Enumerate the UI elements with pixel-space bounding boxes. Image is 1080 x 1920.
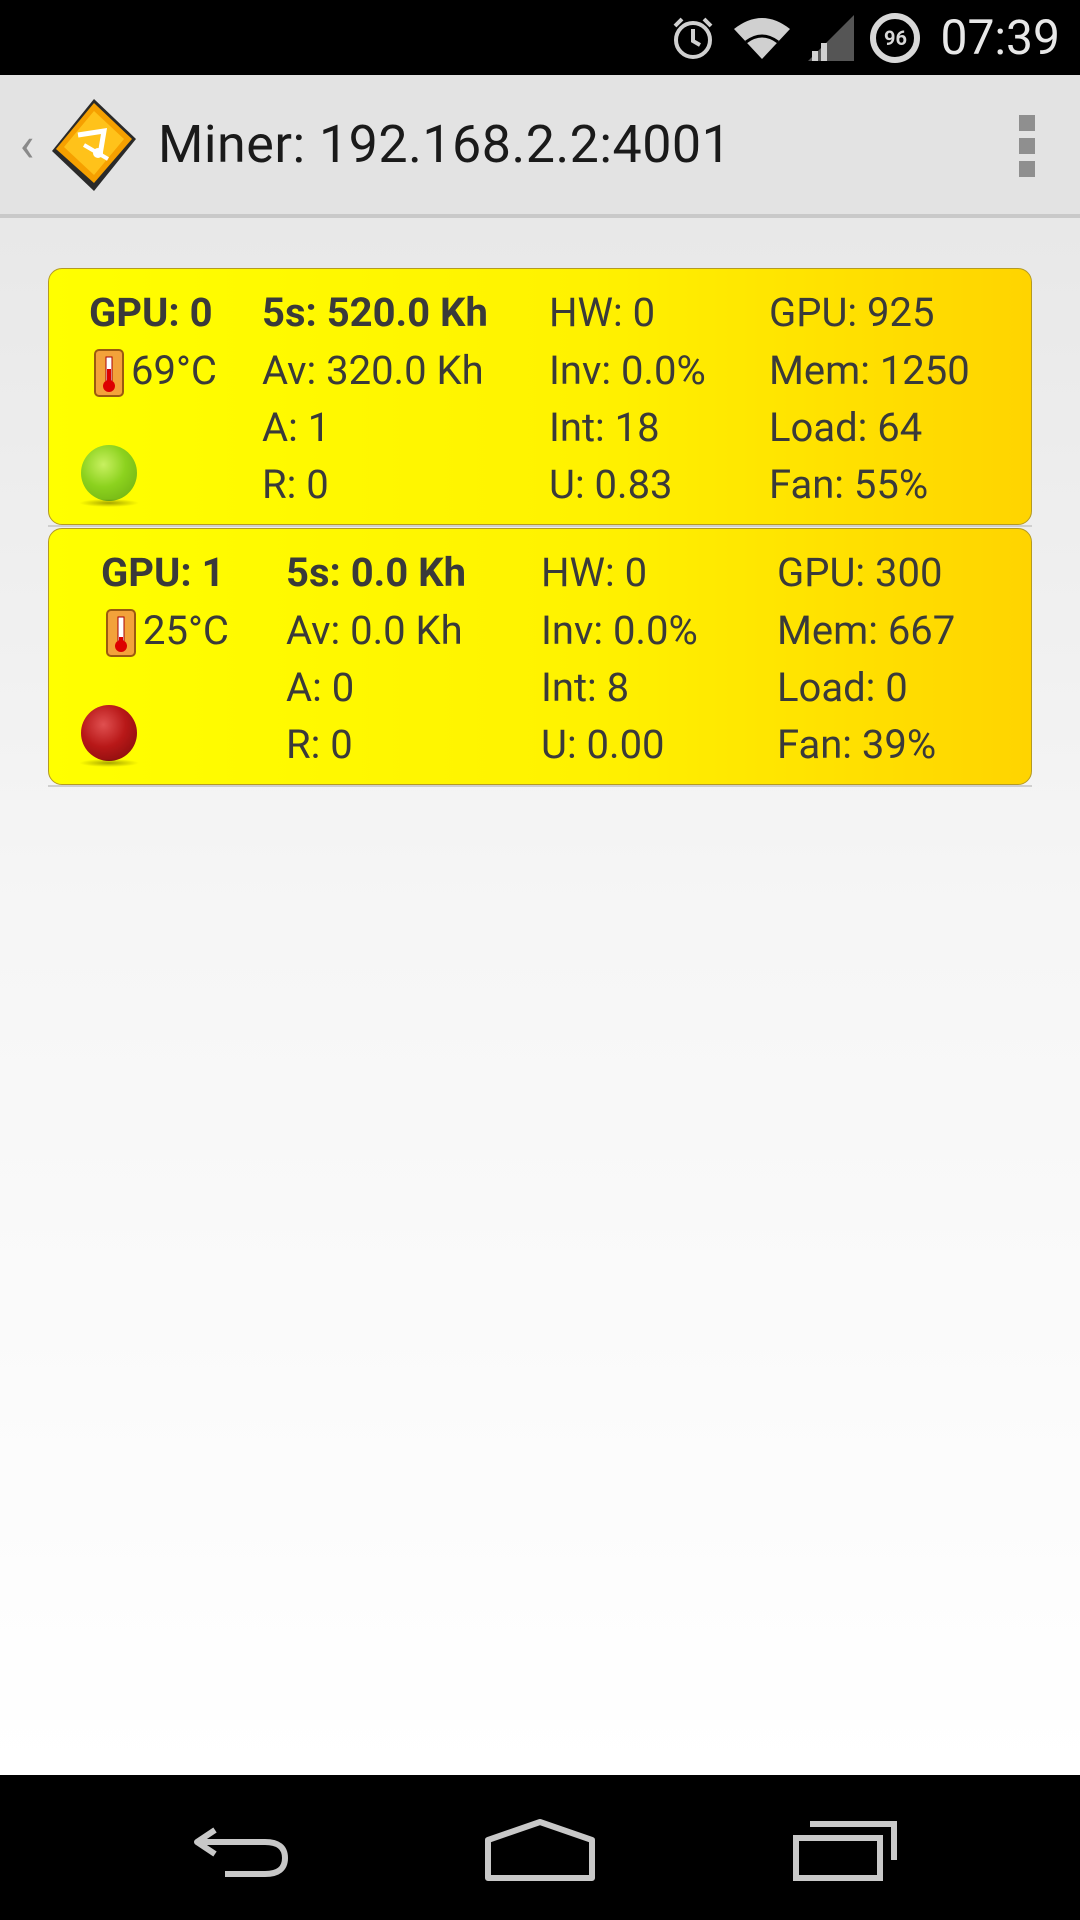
gpu-temperature: 69°C [131, 347, 217, 394]
intensity: Int: 8 [541, 664, 630, 711]
gpu-clock: GPU: 300 [777, 549, 943, 596]
hw-errors: HW: 0 [549, 289, 656, 336]
rate-5s: 5s: 0.0 Kh [286, 549, 466, 596]
signal-icon [806, 13, 856, 63]
status-ok-icon [81, 445, 137, 501]
recent-apps-icon[interactable] [775, 1805, 915, 1895]
rejected-shares: R: 0 [262, 461, 329, 508]
rate-5s: 5s: 520.0 Kh [262, 289, 488, 336]
battery-icon: 96 [870, 12, 921, 63]
fan-speed: Fan: 55% [769, 461, 929, 508]
gpu-card-0[interactable]: GPU: 0 69°C 5s: 520.0 Kh Av: 320.0 Kh A:… [48, 268, 1032, 525]
app-logo-icon[interactable] [48, 95, 140, 195]
gpu-temperature: 25°C [143, 607, 229, 654]
status-bar: 96 07:39 [0, 0, 1080, 75]
hw-errors: HW: 0 [541, 549, 648, 596]
gpu-load: Load: 0 [777, 664, 908, 711]
home-icon[interactable] [470, 1805, 610, 1895]
clock: 07:39 [940, 9, 1060, 66]
fan-speed: Fan: 39% [777, 721, 937, 768]
gpu-list: GPU: 0 69°C 5s: 520.0 Kh Av: 320.0 Kh A:… [0, 218, 1080, 1775]
card-divider [48, 785, 1032, 787]
battery-level: 96 [883, 25, 907, 50]
card-divider [48, 525, 1032, 527]
rate-average: Av: 320.0 Kh [262, 347, 484, 394]
rate-average: Av: 0.0 Kh [286, 607, 463, 654]
status-dot-shadow [79, 759, 139, 767]
gpu-name: GPU: 1 [101, 549, 225, 596]
intensity: Int: 18 [549, 404, 660, 451]
status-dot-shadow [79, 499, 139, 507]
mem-clock: Mem: 667 [777, 607, 956, 654]
action-bar: ‹ Miner: 192.168.2.2:4001 [0, 75, 1080, 218]
back-caret-icon[interactable]: ‹ [8, 116, 46, 173]
thermometer-icon [106, 609, 136, 657]
wifi-icon [732, 13, 792, 63]
utility: U: 0.00 [541, 721, 665, 768]
invalid-percent: Inv: 0.0% [541, 607, 698, 654]
gpu-load: Load: 64 [769, 404, 923, 451]
status-error-icon [81, 705, 137, 761]
page-title: Miner: 192.168.2.2:4001 [158, 114, 732, 175]
mem-clock: Mem: 1250 [769, 347, 970, 394]
gpu-card-1[interactable]: GPU: 1 25°C 5s: 0.0 Kh Av: 0.0 Kh A: 0 R… [48, 528, 1032, 785]
invalid-percent: Inv: 0.0% [549, 347, 706, 394]
back-icon[interactable] [170, 1805, 310, 1895]
rejected-shares: R: 0 [286, 721, 353, 768]
utility: U: 0.83 [549, 461, 673, 508]
gpu-name: GPU: 0 [89, 289, 213, 336]
gpu-clock: GPU: 925 [769, 289, 935, 336]
accepted-shares: A: 1 [262, 404, 331, 451]
overflow-menu-icon[interactable] [1012, 115, 1042, 177]
accepted-shares: A: 0 [286, 664, 355, 711]
navigation-bar [0, 1775, 1080, 1920]
alarm-icon [668, 13, 718, 63]
thermometer-icon [94, 349, 124, 397]
